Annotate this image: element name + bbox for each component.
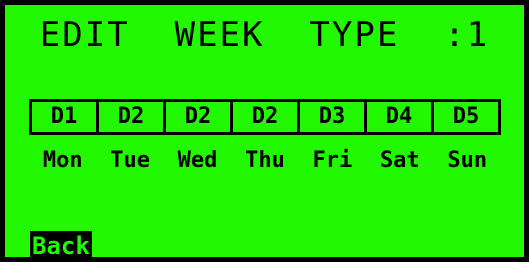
day-type-row: D1 D2 D2 D2 D3 D4 D5 [29, 99, 501, 135]
day-name-tuesday: Tue [110, 148, 150, 173]
day-type-friday[interactable]: D3 [300, 102, 367, 132]
day-name-wednesday: Wed [177, 148, 218, 173]
lcd-screen: EDIT WEEK TYPE :1 D1 D2 D2 D2 D3 D4 D5 M… [3, 3, 526, 259]
day-type-sunday[interactable]: D5 [434, 102, 498, 132]
day-type-tuesday[interactable]: D2 [99, 102, 166, 132]
day-type-saturday[interactable]: D4 [367, 102, 434, 132]
day-name-thursday: Thu [245, 148, 285, 173]
day-type-thursday[interactable]: D2 [233, 102, 300, 132]
day-name-monday: Mon [42, 148, 83, 173]
day-type-wednesday[interactable]: D2 [166, 102, 233, 132]
day-name-saturday: Sat [379, 148, 420, 173]
day-type-monday[interactable]: D1 [32, 102, 99, 132]
day-name-friday: Fri [312, 148, 353, 173]
back-button[interactable]: Back [30, 231, 92, 257]
day-name-row: Mon Tue Wed Thu Fri Sat Sun [29, 145, 501, 177]
day-name-sunday: Sun [447, 148, 488, 173]
screen-title: EDIT WEEK TYPE :1 [39, 15, 490, 55]
